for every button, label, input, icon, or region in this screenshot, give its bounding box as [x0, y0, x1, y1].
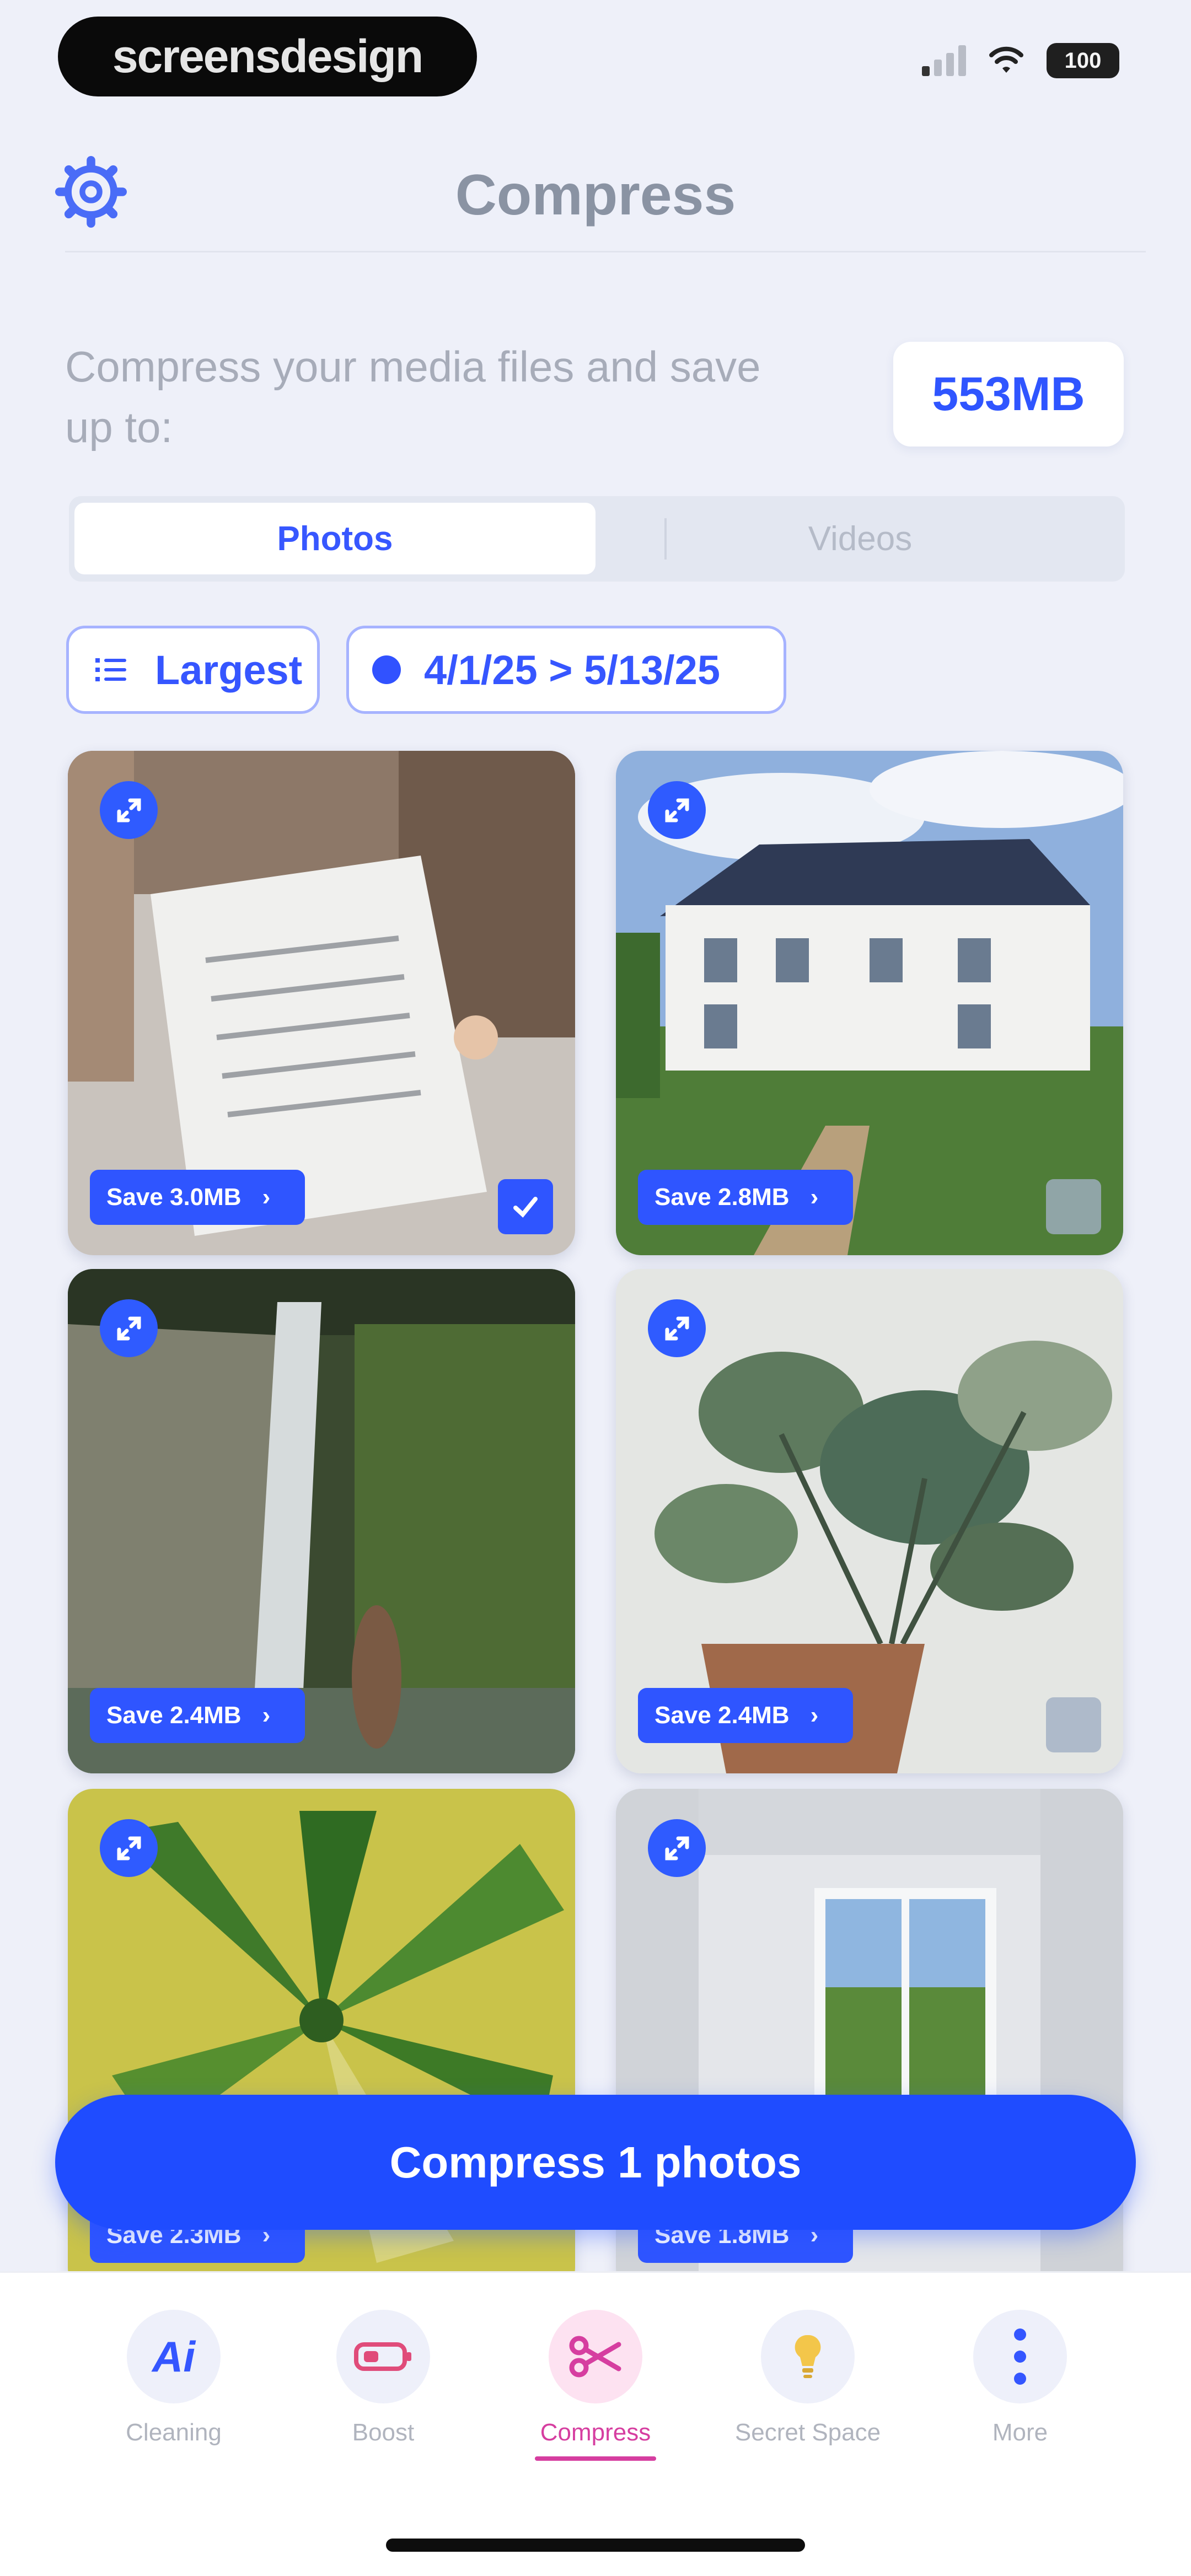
expand-icon[interactable] [648, 1819, 706, 1877]
save-size-badge: Save 2.8MB › [638, 1170, 853, 1225]
compress-photos-button[interactable]: Compress 1 photos [55, 2095, 1136, 2230]
chevron-right-icon: › [810, 1702, 819, 1729]
page-title: Compress [455, 163, 736, 227]
nav-item-compress[interactable]: Compress [513, 2310, 678, 2461]
sort-label: Largest [155, 647, 303, 693]
photo-tile[interactable]: Save 2.8MB › [616, 751, 1123, 1255]
media-type-segmented-control: Photos Videos [69, 496, 1125, 582]
photo-tile[interactable]: Save 3.0MB › [68, 751, 575, 1255]
active-tab-indicator [535, 2456, 656, 2461]
nav-label: More [992, 2419, 1048, 2446]
save-size-label: Save 2.8MB [654, 1184, 790, 1211]
tab-photos[interactable]: Photos [74, 503, 596, 574]
chevron-right-icon: › [262, 1184, 271, 1211]
list-sort-icon [95, 658, 126, 681]
lightbulb-icon [761, 2310, 855, 2403]
save-size-badge: Save 3.0MB › [90, 1170, 305, 1225]
nav-label: Secret Space [734, 2419, 881, 2446]
signal-icon [922, 45, 966, 76]
nav-label: Cleaning [126, 2419, 222, 2446]
nav-item-cleaning[interactable]: Ai Cleaning [91, 2310, 256, 2446]
sort-filter-button[interactable]: Largest [66, 626, 320, 714]
header-divider [65, 251, 1146, 252]
scissors-icon [549, 2310, 642, 2403]
save-size-badge: Save 2.4MB › [90, 1688, 305, 1743]
checkbox-unchecked[interactable] [1046, 1697, 1101, 1752]
battery-icon [336, 2310, 430, 2403]
photo-tile[interactable]: Save 2.4MB › [616, 1269, 1123, 1773]
ai-icon: Ai [127, 2310, 221, 2403]
nav-item-more[interactable]: More [937, 2310, 1103, 2446]
date-range-label: 4/1/25 > 5/13/25 [424, 647, 720, 693]
more-icon [973, 2310, 1067, 2403]
brand-text: screensdesign [112, 30, 423, 82]
home-indicator [386, 2539, 805, 2552]
battery-level: 100 [1064, 48, 1102, 73]
save-size-badge: Save 2.4MB › [638, 1688, 853, 1743]
nav-label: Boost [352, 2419, 415, 2446]
chevron-right-icon: › [810, 1184, 819, 1211]
chevron-right-icon: › [262, 1702, 271, 1729]
checkbox-unchecked[interactable] [1046, 1179, 1101, 1234]
wifi-icon [989, 46, 1023, 73]
tab-videos[interactable]: Videos [601, 503, 1119, 574]
save-size-label: Save 2.4MB [654, 1702, 790, 1729]
savings-description: Compress your media files and save up to… [65, 342, 761, 451]
expand-icon[interactable] [100, 1819, 158, 1877]
checkmark-icon [513, 1197, 538, 1218]
checkbox-checked[interactable] [498, 1179, 553, 1234]
expand-icon[interactable] [648, 1299, 706, 1357]
brand-badge: screensdesign [58, 17, 477, 96]
nav-label: Compress [540, 2419, 651, 2446]
nav-item-boost[interactable]: Boost [301, 2310, 466, 2446]
date-range-button[interactable]: 4/1/25 > 5/13/25 [346, 626, 786, 714]
save-size-label: Save 2.4MB [106, 1702, 242, 1729]
expand-icon[interactable] [100, 1299, 158, 1357]
battery-icon: 100 [1047, 43, 1119, 78]
status-bar: 100 [922, 43, 1119, 78]
calendar-dot-icon [372, 655, 401, 684]
savings-amount-badge: 553MB [893, 342, 1124, 447]
expand-icon[interactable] [648, 781, 706, 839]
save-size-label: Save 3.0MB [106, 1184, 242, 1211]
expand-icon[interactable] [100, 781, 158, 839]
nav-item-secret-space[interactable]: Secret Space [725, 2310, 890, 2446]
photo-tile[interactable]: Save 2.4MB › [68, 1269, 575, 1773]
